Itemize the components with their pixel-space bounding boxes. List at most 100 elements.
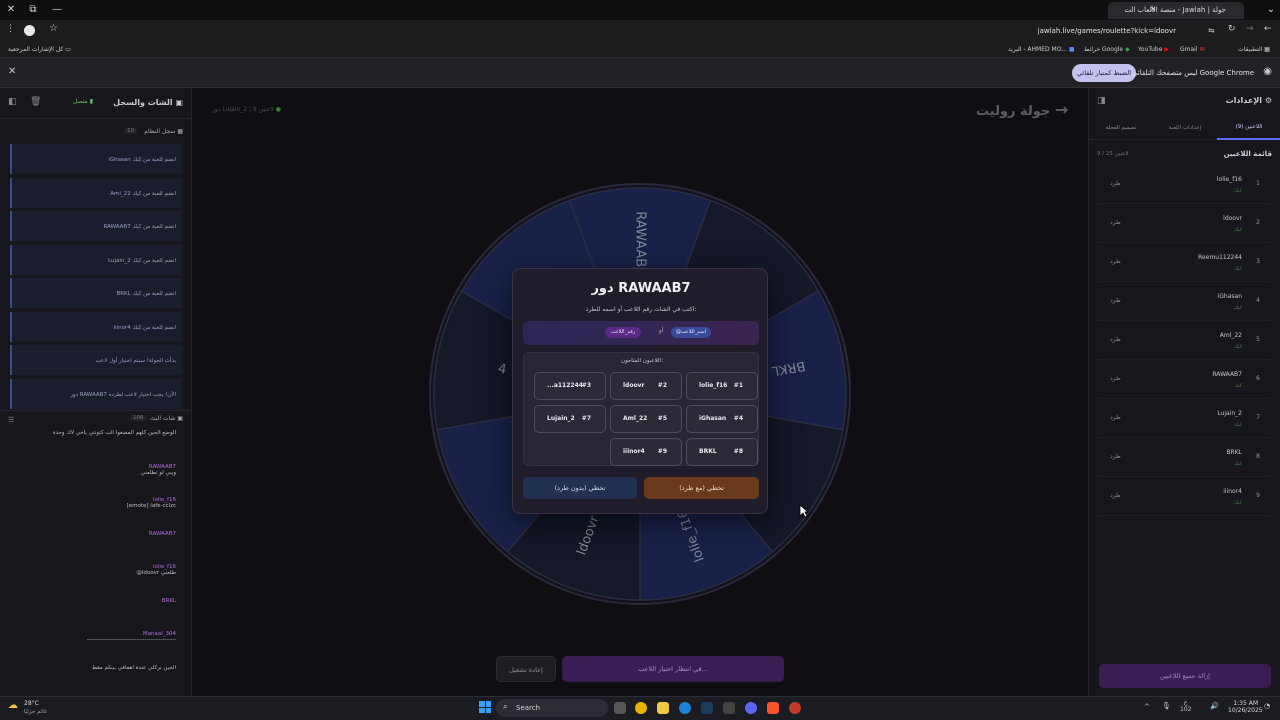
- brave-icon[interactable]: [767, 702, 779, 714]
- set-default-button[interactable]: الضبط كمتيار تلقائي: [1072, 64, 1136, 82]
- player-number: 4: [1256, 297, 1260, 304]
- bookmark-maps[interactable]: خرائط Google ◆: [1084, 42, 1130, 58]
- player-pick-button[interactable]: #8 BRKL: [686, 438, 758, 466]
- browser-tab[interactable]: جولة | Jawlah - منصة الألعاب الت: [1108, 2, 1244, 19]
- bookmark-label: Gmail: [1180, 46, 1198, 53]
- player-name: RAWAAB7: [1212, 371, 1242, 378]
- site-settings-icon[interactable]: ⇋: [1208, 26, 1215, 35]
- lang-text: ع: [1183, 699, 1188, 706]
- chrome-taskbar-icon[interactable]: [635, 702, 647, 714]
- player-source: كيك: [1233, 461, 1242, 467]
- player-pick-button[interactable]: #4 iGhasan: [686, 405, 758, 433]
- kick-player-button[interactable]: طرد: [1110, 375, 1121, 382]
- task-view-icon[interactable]: [614, 702, 626, 714]
- discord-icon[interactable]: [745, 702, 757, 714]
- player-pick-button[interactable]: #7 Lujain_2: [534, 405, 606, 433]
- clock[interactable]: 1:35 AM 10/26/2025: [1228, 700, 1263, 714]
- profile-avatar[interactable]: [24, 25, 35, 36]
- player-pick-name: ...a112244: [547, 382, 583, 389]
- player-pick-number: #3: [581, 382, 591, 389]
- bookmark-youtube[interactable]: YouTube ▶: [1138, 42, 1169, 58]
- edge-icon[interactable]: [679, 702, 691, 714]
- tab-game-settings[interactable]: إعدادات اللعبة: [1153, 116, 1217, 140]
- bookmark-all[interactable]: كل الإشارات المرجعية ▭: [8, 42, 71, 58]
- infobar-message: ليس متصفحك التلقائي Google Chrome: [1131, 69, 1254, 77]
- player-pick-name: iGhasan: [699, 415, 727, 422]
- close-tab-icon[interactable]: ✕: [1146, 3, 1160, 17]
- minimize-window-icon[interactable]: —: [50, 3, 64, 17]
- weather-icon[interactable]: ☁: [8, 700, 18, 711]
- chip-player-number: رقم_اللاعب: [605, 327, 641, 338]
- system-message-text: بدأت الجولة! سيتم اختيار أول لاعب: [95, 358, 176, 364]
- bookmark-gmail[interactable]: Gmail ✉: [1180, 42, 1204, 58]
- bookmark-apps[interactable]: التطبيقات ▦: [1238, 42, 1270, 58]
- tray-chevron-icon[interactable]: ^: [1144, 703, 1150, 711]
- system-log-header[interactable]: سجل النظام ▦: [144, 128, 183, 135]
- tab-wheel-design[interactable]: تصميم العجلة: [1089, 116, 1153, 140]
- player-pick-number: #5: [657, 415, 667, 422]
- reload-icon[interactable]: ↻: [1228, 24, 1236, 34]
- kick-player-button[interactable]: طرد: [1110, 297, 1121, 304]
- filter-icon[interactable]: ☰: [8, 416, 14, 424]
- kick-player-button[interactable]: طرد: [1110, 414, 1121, 421]
- chat-message: lolie_f16 [emote] lafe-cclzc: [10, 497, 182, 509]
- skip-without-kick-button[interactable]: تخطي (بدون طرد): [523, 477, 637, 499]
- gear-icon: ⚙: [1264, 96, 1272, 105]
- modal-subtitle: اكتب في الشات رقم اللاعب أو اسمه للطرد:: [585, 306, 697, 313]
- player-pick-name: Aml_22: [623, 415, 648, 422]
- taskbar-search[interactable]: Search: [496, 699, 608, 717]
- mic-icon[interactable]: 🎙: [1162, 702, 1171, 710]
- trash-icon[interactable]: 🗑: [30, 97, 41, 107]
- system-log-title: سجل النظام: [144, 128, 176, 135]
- replay-button[interactable]: إعادة تشغيل: [496, 656, 556, 682]
- player-pick-button[interactable]: #3 ...a112244: [534, 372, 606, 400]
- player-pick-button[interactable]: #9 iiinor4: [610, 438, 682, 466]
- player-pick-number: #7: [581, 415, 591, 422]
- bookmark-star-icon[interactable]: ☆: [49, 23, 58, 34]
- close-window-icon[interactable]: ✕: [4, 3, 18, 17]
- player-pick-button[interactable]: #2 ldoovr: [610, 372, 682, 400]
- forward-icon[interactable]: →: [1246, 24, 1254, 34]
- bookmark-mail[interactable]: البريد - AHMED MO... ■: [1008, 42, 1075, 58]
- default-browser-infobar: ✕ الضبط كمتيار تلقائي ليس متصفحك التلقائ…: [0, 58, 1280, 88]
- close-infobar-icon[interactable]: ✕: [8, 66, 16, 77]
- collapse-settings-icon[interactable]: ◨: [1097, 96, 1106, 106]
- kick-player-button[interactable]: طرد: [1110, 219, 1121, 226]
- chat-message: الوضع الحين كلهم المضغوا الب كتونتي ياخي…: [10, 430, 182, 436]
- chat-icon: ▣: [175, 98, 183, 107]
- connection-status: متصل ▮: [73, 98, 93, 105]
- player-pick-button[interactable]: #1 lolie_f16: [686, 372, 758, 400]
- tab-search-icon[interactable]: ⌄: [1264, 3, 1278, 17]
- file-explorer-icon[interactable]: [657, 702, 669, 714]
- app-icon[interactable]: [789, 702, 801, 714]
- windows-start-icon[interactable]: [479, 701, 491, 713]
- kick-player-button[interactable]: طرد: [1110, 336, 1121, 343]
- skip-with-kick-button[interactable]: تخطي (مع طرد): [644, 477, 759, 499]
- player-pick-button[interactable]: #5 Aml_22: [610, 405, 682, 433]
- player-source: كيك: [1233, 305, 1242, 311]
- language-indicator[interactable]: ع 102: [1180, 699, 1191, 713]
- speaker-icon[interactable]: 🔊: [1210, 702, 1219, 710]
- tab-players[interactable]: اللاعبين (9): [1217, 116, 1280, 140]
- menu-icon[interactable]: ⋮: [6, 24, 15, 34]
- collapse-panel-icon[interactable]: ◧: [8, 97, 17, 107]
- kick-player-button[interactable]: طرد: [1110, 258, 1121, 265]
- kick-player-button[interactable]: طرد: [1110, 453, 1121, 460]
- battery-text: 102: [1180, 706, 1192, 713]
- back-icon[interactable]: ←: [1264, 24, 1272, 34]
- remove-all-players-button[interactable]: إزالة جميع اللاعبين: [1099, 664, 1271, 688]
- divider: [0, 410, 192, 411]
- restore-window-icon[interactable]: ⧉: [26, 3, 40, 17]
- player-pick-name: BRKL: [699, 448, 717, 455]
- steam-icon[interactable]: [701, 702, 713, 714]
- player-source: كيك: [1233, 188, 1242, 194]
- live-chat-header[interactable]: شات البث ▣: [150, 415, 183, 422]
- hint-box: @اسم_اللاعب أو رقم_اللاعب: [523, 321, 759, 345]
- bookmark-label: YouTube: [1138, 46, 1163, 53]
- address-bar[interactable]: jawlah.live/games/roulette?kick=ldoovr: [64, 23, 1206, 39]
- kick-player-button[interactable]: طرد: [1110, 180, 1121, 187]
- kick-player-button[interactable]: طرد: [1110, 492, 1121, 499]
- player-pick-name: ldoovr: [623, 382, 645, 389]
- settings-app-icon[interactable]: [723, 702, 735, 714]
- notifications-icon[interactable]: ◔: [1264, 702, 1270, 710]
